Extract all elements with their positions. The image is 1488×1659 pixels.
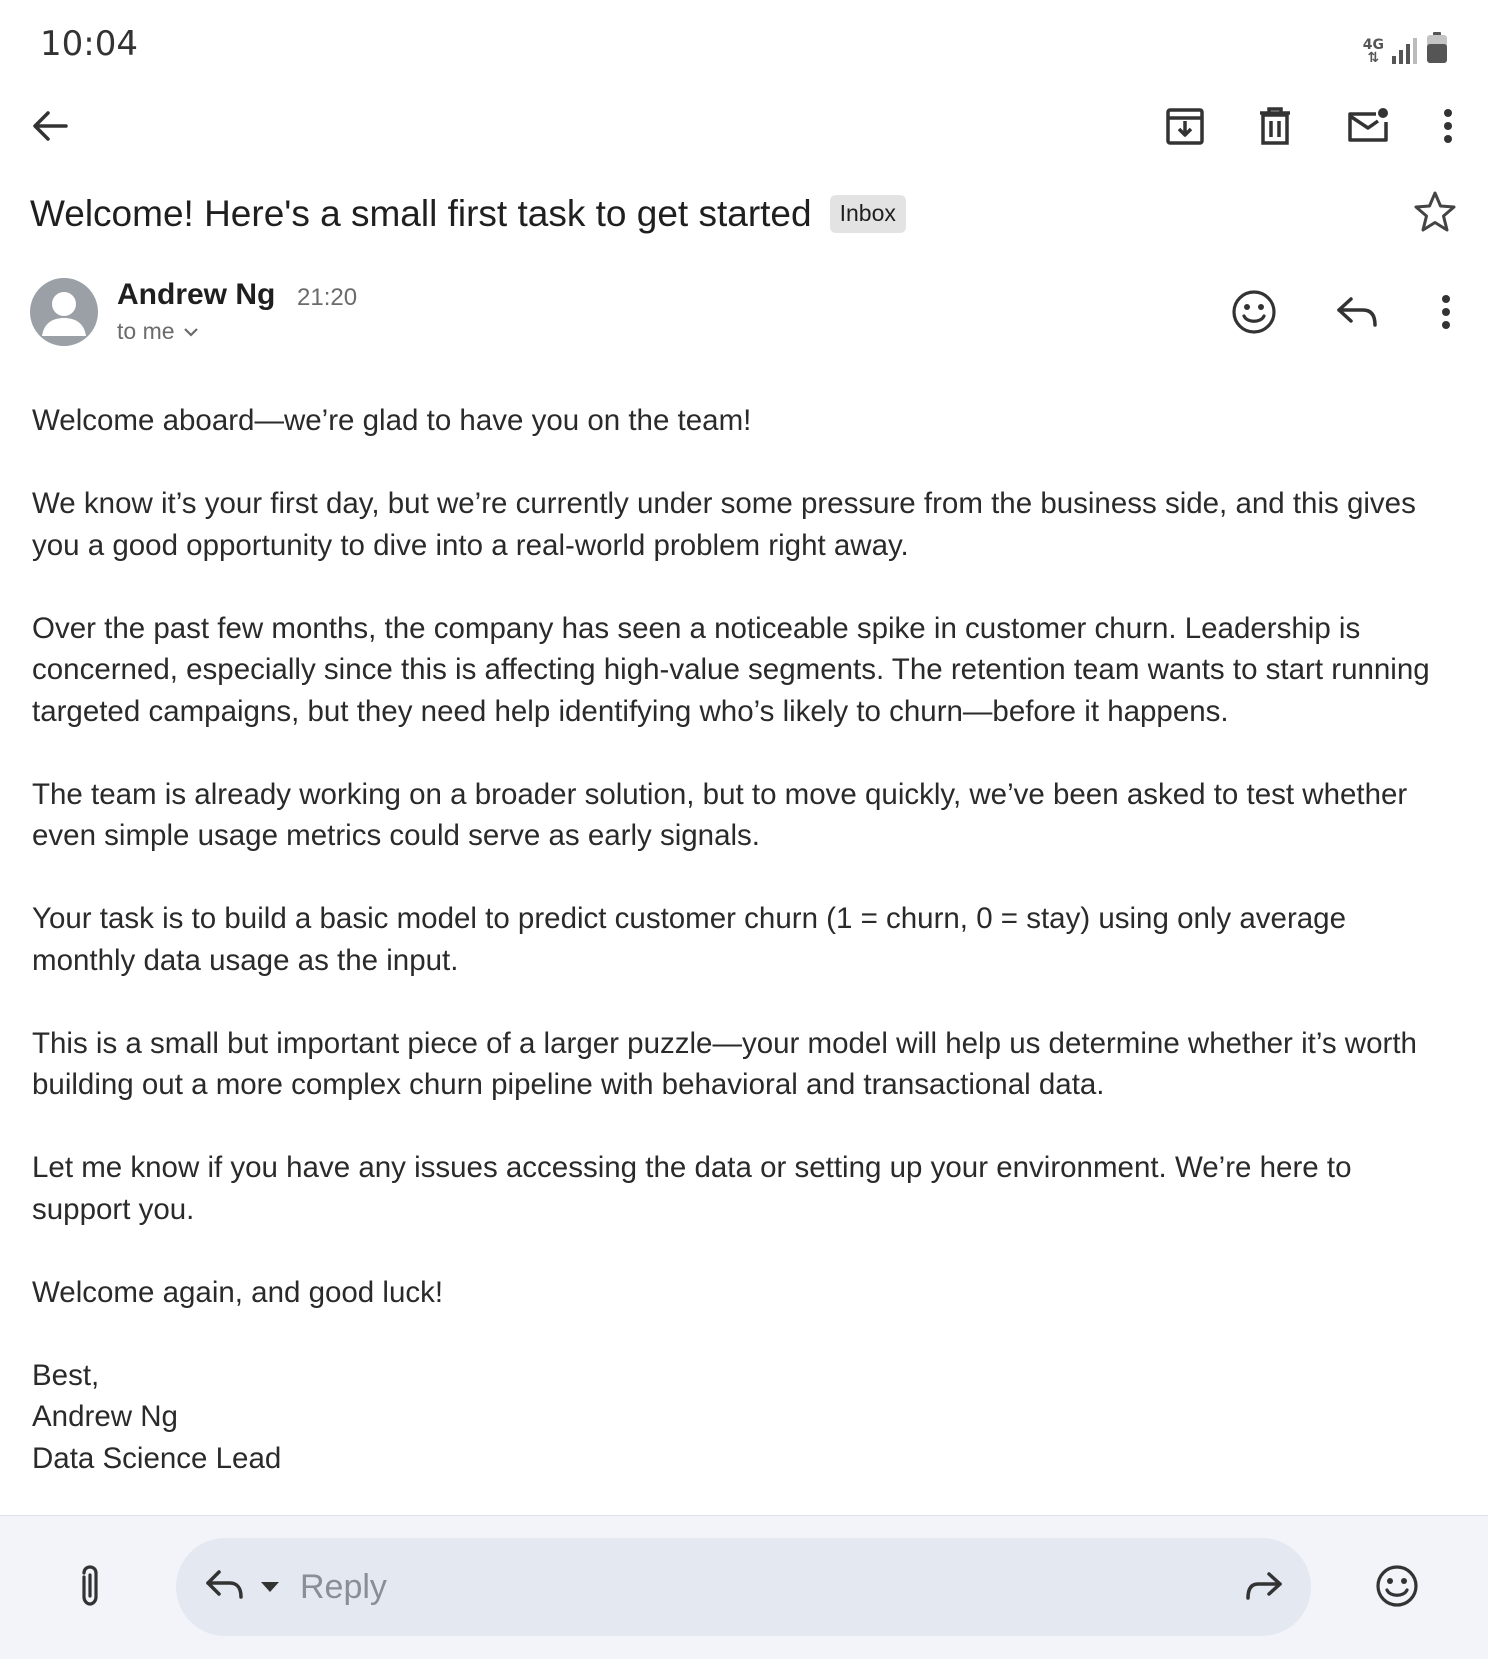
back-button[interactable] <box>20 96 80 156</box>
inbox-label-chip[interactable]: Inbox <box>829 195 906 233</box>
star-icon <box>1414 191 1456 232</box>
trash-icon <box>1260 107 1290 145</box>
reply-input[interactable]: Reply <box>176 1538 1311 1636</box>
reply-bar: Reply <box>0 1515 1488 1659</box>
mark-unread-button[interactable] <box>1338 96 1398 156</box>
archive-button[interactable] <box>1155 96 1215 156</box>
person-icon <box>42 292 86 336</box>
status-icons: 4G ⇅ <box>1363 24 1448 66</box>
react-button[interactable] <box>1224 282 1284 342</box>
body-paragraph: Welcome again, and good luck! <box>32 1275 444 1309</box>
recipient-label: to me <box>117 318 175 344</box>
avatar[interactable] <box>30 278 98 346</box>
body-paragraph: This is a small but important piece of a… <box>32 1026 1417 1102</box>
chevron-down-icon <box>183 327 198 337</box>
signature-line: Data Science Lead <box>32 1441 282 1475</box>
emoji-icon <box>1232 290 1276 334</box>
more-options-button[interactable] <box>1418 96 1478 156</box>
reply-button[interactable] <box>1327 282 1387 342</box>
status-time: 10:04 <box>40 24 138 64</box>
emoji-button[interactable] <box>1367 1556 1427 1616</box>
signature-line: Andrew Ng <box>32 1400 178 1433</box>
archive-icon <box>1166 108 1204 145</box>
more-vert-icon <box>1444 109 1452 143</box>
reply-icon <box>1337 297 1377 327</box>
caret-down-icon[interactable] <box>260 1581 280 1593</box>
back-arrow-icon <box>33 111 68 141</box>
emoji-icon <box>1376 1565 1418 1607</box>
body-paragraph: Let me know if you have any issues acces… <box>32 1151 1352 1226</box>
signature-line: Best, <box>32 1358 100 1392</box>
body-paragraph: Your task is to build a basic model to p… <box>32 902 1346 977</box>
delete-button[interactable] <box>1245 96 1305 156</box>
body-paragraph: Welcome aboard—we’re glad to have you on… <box>32 404 752 437</box>
paperclip-icon <box>82 1565 98 1606</box>
body-paragraph: We know it’s your first day, but we’re c… <box>32 487 1416 562</box>
attach-button[interactable] <box>60 1556 120 1616</box>
status-bar: 10:04 4G ⇅ <box>0 0 1488 90</box>
mark-unread-icon <box>1348 108 1388 142</box>
body-paragraph: The team is already working on a broader… <box>32 777 1408 853</box>
reply-placeholder: Reply <box>300 1568 387 1606</box>
star-button[interactable] <box>1405 182 1465 242</box>
message-more-button[interactable] <box>1416 282 1476 342</box>
reply-icon <box>206 1570 243 1599</box>
body-paragraph: Over the past few months, the company ha… <box>32 611 1430 728</box>
battery-icon <box>1427 32 1447 63</box>
subject-row: Welcome! Here's a small first task to ge… <box>30 188 1460 240</box>
toolbar <box>0 90 1488 166</box>
sent-time: 21:20 <box>297 284 358 311</box>
recipient-toggle[interactable]: to me <box>117 318 199 345</box>
email-body: Welcome aboard—we’re glad to have you on… <box>32 400 1452 1479</box>
email-subject: Welcome! Here's a small first task to ge… <box>30 193 812 234</box>
data-arrows-icon: ⇅ <box>1367 50 1380 66</box>
sender-name[interactable]: Andrew Ng <box>117 278 275 312</box>
more-vert-icon <box>1442 295 1450 329</box>
signal-icon <box>1392 38 1417 64</box>
network-icon: 4G ⇅ <box>1363 38 1384 66</box>
forward-icon[interactable] <box>1244 1570 1284 1602</box>
